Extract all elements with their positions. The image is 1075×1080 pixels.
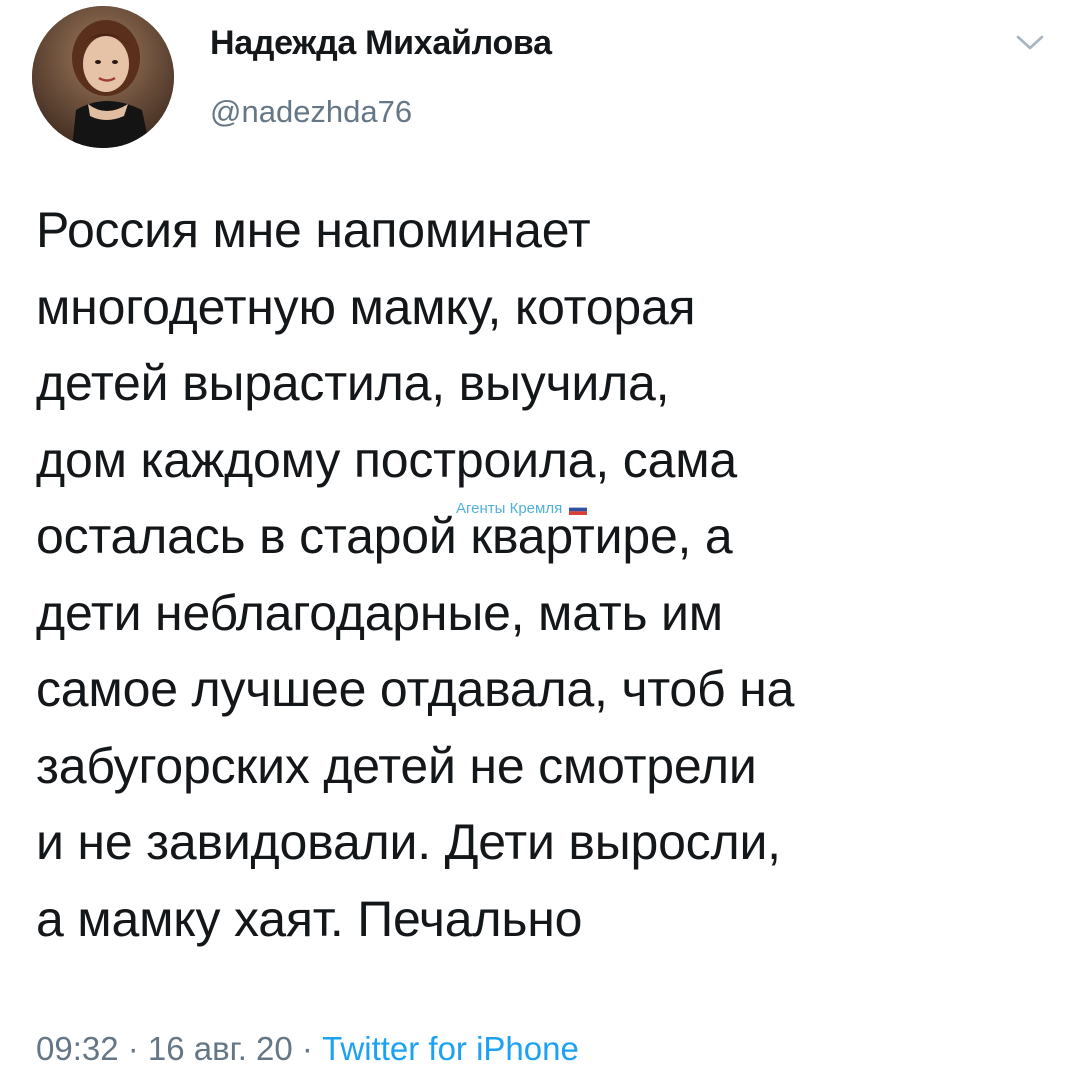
- tweet-meta: 09:32 · 16 авг. 20 · Twitter for iPhone: [36, 1030, 579, 1068]
- watermark: Агенты Кремля: [456, 500, 588, 517]
- tweet-date[interactable]: 16 авг. 20: [148, 1030, 293, 1067]
- avatar[interactable]: [32, 6, 174, 148]
- tweet-source-link[interactable]: Twitter for iPhone: [322, 1030, 579, 1067]
- tweet-text-line: а мамку хаят. Печально: [36, 890, 583, 947]
- display-name[interactable]: Надежда Михайлова: [210, 24, 552, 63]
- tweet-text-line: забугорских детей не смотрели: [36, 737, 757, 794]
- tweet-text-line: дом каждому построила, сама: [36, 431, 737, 488]
- tweet-text-line: и не завидовали. Дети выросли,: [36, 814, 781, 870]
- tweet-text-line: дети неблагодарные, мать им: [36, 584, 723, 641]
- tweet-text: Россия мне напоминает многодетную мамку,…: [36, 192, 1046, 957]
- user-handle[interactable]: @nadezhda76: [210, 94, 412, 130]
- russian-flag-icon: [569, 503, 588, 515]
- meta-separator: ·: [118, 1030, 148, 1067]
- meta-separator: ·: [292, 1030, 323, 1067]
- chevron-down-icon[interactable]: [1012, 28, 1048, 56]
- tweet-text-line: детей вырастила, выучила,: [36, 355, 670, 411]
- profile-photo-icon: [32, 6, 174, 148]
- tweet-text-line: Россия мне напоминает: [36, 202, 591, 258]
- watermark-text: Агенты Кремля: [456, 500, 563, 517]
- tweet-time[interactable]: 09:32: [36, 1030, 119, 1067]
- tweet-text-line: многодетную мамку, которая: [36, 278, 696, 335]
- tweet-header: Надежда Михайлова @nadezhda76: [0, 0, 1075, 170]
- tweet-text-line: самое лучшее отдавала, чтоб на: [36, 661, 795, 717]
